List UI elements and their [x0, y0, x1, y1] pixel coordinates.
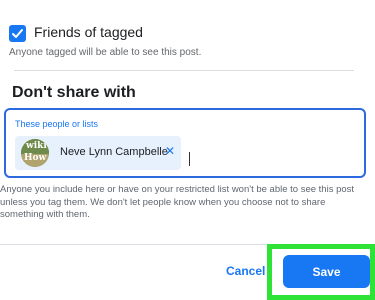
friends-of-tagged-help: Anyone tagged will be able to see this p…: [9, 47, 202, 58]
save-button[interactable]: Save: [283, 255, 370, 288]
person-chip[interactable]: wiki How Neve Lynn Campbelle ✕: [15, 136, 181, 170]
chip-name: Neve Lynn Campbelle: [60, 146, 168, 158]
avatar-logo-text: How: [24, 153, 47, 163]
friends-of-tagged-checkbox[interactable]: [9, 25, 26, 42]
input-label: These people or lists: [15, 119, 99, 129]
dont-share-title: Don't share with: [12, 84, 136, 101]
checkmark-icon: [12, 29, 23, 38]
remove-chip-icon[interactable]: ✕: [165, 144, 175, 158]
friends-of-tagged-label[interactable]: Friends of tagged: [34, 24, 143, 40]
dialog-panel: Friends of tagged Anyone tagged will be …: [0, 0, 375, 300]
divider: [14, 70, 354, 71]
avatar: wiki How: [21, 139, 49, 167]
avatar-logo-text: wiki: [26, 141, 47, 151]
cancel-button[interactable]: Cancel: [226, 264, 265, 278]
dont-share-input[interactable]: These people or lists wiki How Neve Lynn…: [4, 108, 366, 178]
dont-share-help: Anyone you include here or have on your …: [0, 184, 355, 220]
text-cursor: [189, 152, 190, 166]
